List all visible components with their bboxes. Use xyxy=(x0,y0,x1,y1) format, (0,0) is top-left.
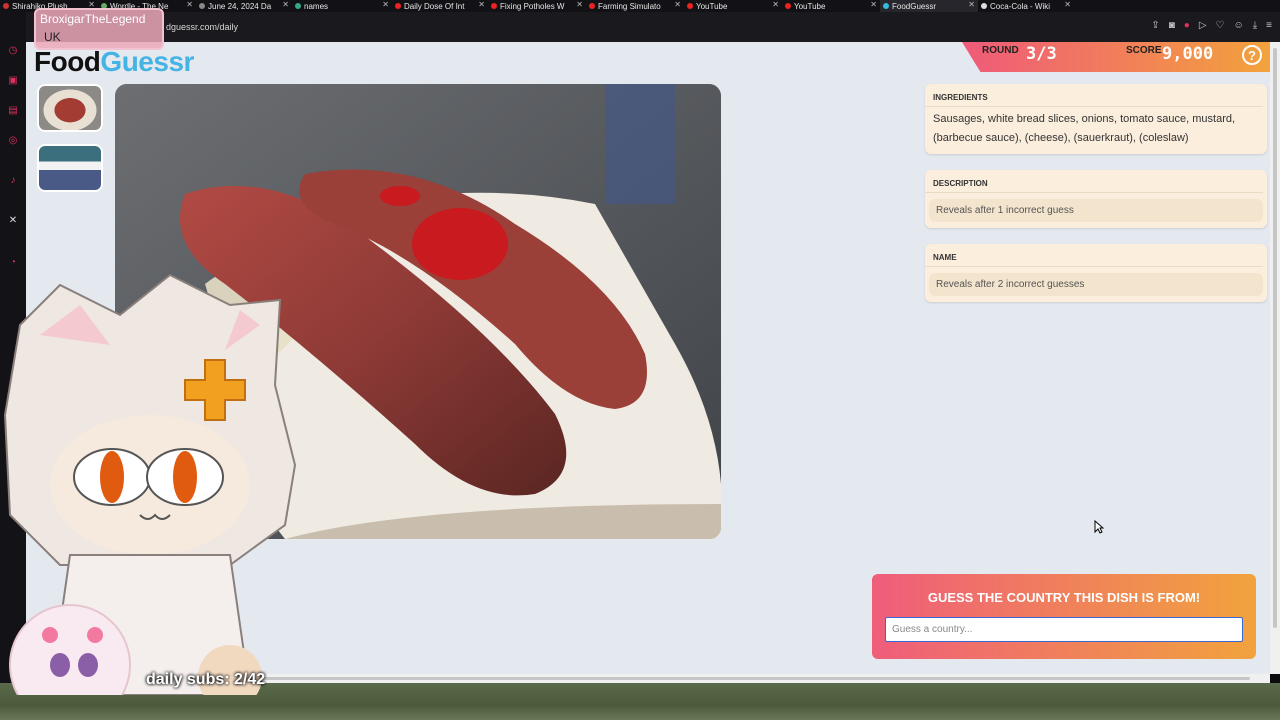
camera-icon[interactable]: ◙ xyxy=(1169,20,1175,31)
tab-close-icon[interactable]: ✕ xyxy=(576,0,583,9)
round-label: ROUND xyxy=(982,45,1019,56)
chat-username: BroxigarTheLegend xyxy=(40,12,146,26)
tab-close-icon[interactable]: ✕ xyxy=(282,0,289,9)
browser-tab[interactable]: YouTube ✕ xyxy=(684,0,782,12)
tab-close-icon[interactable]: ✕ xyxy=(772,0,779,9)
browser-tab[interactable]: FoodGuessr ✕ xyxy=(880,0,978,12)
browser-tab[interactable]: names ✕ xyxy=(292,0,392,12)
tab-favicon-icon xyxy=(981,3,987,9)
shield-icon[interactable]: ● xyxy=(1184,20,1190,31)
name-locked: Reveals after 2 incorrect guesses xyxy=(929,273,1263,296)
vtuber-avatar xyxy=(3,273,297,695)
browser-toolbar: ⇪ ◙ ● ▷ ♡ ☺ ⤓ ≡ xyxy=(1151,20,1272,31)
download-icon[interactable]: ⤓ xyxy=(1253,20,1257,31)
share-icon[interactable]: ⇪ xyxy=(1151,20,1159,31)
ingredients-text: Sausages, white bread slices, onions, to… xyxy=(933,113,1236,144)
description-card: DESCRIPTION Reveals after 1 incorrect gu… xyxy=(925,170,1267,228)
profile-icon[interactable]: ☺ xyxy=(1234,20,1244,31)
url-text[interactable]: dguessr.com/daily xyxy=(166,22,238,32)
tab-favicon-icon xyxy=(199,3,205,9)
tab-label: Fixing Potholes W xyxy=(500,1,565,11)
round-score-banner: ROUND 3/3 SCORE 9,000 xyxy=(962,42,1270,72)
chat-message-overlay: BroxigarTheLegend UK xyxy=(34,8,164,50)
tab-close-icon[interactable]: ✕ xyxy=(1064,0,1071,9)
twitch-icon[interactable]: ▤ xyxy=(6,104,20,118)
description-title: DESCRIPTION xyxy=(925,170,1263,193)
vertical-scrollbar[interactable] xyxy=(1270,42,1280,674)
tab-label: Daily Dose Of Int xyxy=(404,1,465,11)
x-icon[interactable]: ✕ xyxy=(6,214,20,228)
browser-tab[interactable]: June 24, 2024 Da ✕ xyxy=(196,0,292,12)
tab-close-icon[interactable]: ✕ xyxy=(968,0,975,9)
heart-icon[interactable]: ♡ xyxy=(1216,20,1225,31)
help-icon[interactable]: ? xyxy=(1242,45,1262,65)
chat-text: UK xyxy=(44,30,61,44)
tiktok-icon[interactable]: ♪ xyxy=(6,174,20,188)
tab-label: June 24, 2024 Da xyxy=(208,1,272,11)
tab-label: YouTube xyxy=(794,1,826,11)
round-value: 3/3 xyxy=(1026,44,1057,64)
ingredients-card: INGREDIENTS Sausages, white bread slices… xyxy=(925,84,1267,154)
tab-close-icon[interactable]: ✕ xyxy=(870,0,877,9)
guess-prompt: GUESS THE COUNTRY THIS DISH IS FROM! xyxy=(927,590,1201,605)
name-card: NAME Reveals after 2 incorrect guesses xyxy=(925,244,1267,302)
browser-tab[interactable]: Daily Dose Of Int ✕ xyxy=(392,0,488,12)
tab-close-icon[interactable]: ✕ xyxy=(186,0,193,9)
mouse-cursor-icon xyxy=(1094,520,1104,534)
round-thumbnail-2[interactable] xyxy=(37,144,103,192)
score-value: 9,000 xyxy=(1162,44,1214,64)
play-icon[interactable]: ▷ xyxy=(1199,20,1207,31)
tab-label: Coca-Cola - Wiki xyxy=(990,1,1051,11)
tab-label: names xyxy=(304,1,329,11)
browser-address-bar: dguessr.com/daily ⇪ ◙ ● ▷ ♡ ☺ ⤓ ≡ xyxy=(0,12,1280,42)
browser-tab[interactable]: Coca-Cola - Wiki ✕ xyxy=(978,0,1074,12)
logo-food: Food xyxy=(34,46,101,77)
logo-guessr: Guessr xyxy=(100,46,194,77)
foodguessr-logo[interactable]: FoodGuessr xyxy=(34,46,194,78)
name-title: NAME xyxy=(925,244,1263,267)
tab-favicon-icon xyxy=(295,3,301,9)
tab-favicon-icon xyxy=(687,3,693,9)
description-locked: Reveals after 1 incorrect guess xyxy=(929,199,1263,222)
round-thumbnail-1[interactable] xyxy=(37,84,103,132)
daily-subs-counter: daily subs: 2/42 xyxy=(146,671,266,688)
menu-icon[interactable]: ≡ xyxy=(1266,20,1272,31)
tab-favicon-icon xyxy=(491,3,497,9)
ingredients-title: INGREDIENTS xyxy=(925,84,1263,107)
tab-favicon-icon xyxy=(3,3,9,9)
tab-favicon-icon xyxy=(785,3,791,9)
tab-favicon-icon xyxy=(395,3,401,9)
tab-favicon-icon xyxy=(589,3,595,9)
tab-close-icon[interactable]: ✕ xyxy=(674,0,681,9)
browser-tab-strip: Shirahiko Plush ✕ Wordle - The Ne ✕ June 24,… xyxy=(0,0,1280,12)
tab-favicon-icon xyxy=(883,3,889,9)
browser-tab[interactable]: YouTube ✕ xyxy=(782,0,880,12)
tab-label: Farming Simulato xyxy=(598,1,661,11)
browser-tab[interactable]: Farming Simulato ✕ xyxy=(586,0,684,12)
browser-tab[interactable]: Fixing Potholes W ✕ xyxy=(488,0,586,12)
country-guess-input[interactable] xyxy=(885,617,1243,642)
guess-panel: GUESS THE COUNTRY THIS DISH IS FROM! xyxy=(872,574,1256,659)
tab-label: FoodGuessr xyxy=(892,1,937,11)
score-label: SCORE xyxy=(1126,45,1162,56)
bag-icon[interactable]: ▣ xyxy=(6,74,20,88)
tab-close-icon[interactable]: ✕ xyxy=(382,0,389,9)
tab-label: YouTube xyxy=(696,1,728,11)
instagram-icon[interactable]: ◎ xyxy=(6,134,20,148)
history-icon[interactable]: ◷ xyxy=(6,44,20,58)
round-thumbnails xyxy=(37,84,103,204)
tab-close-icon[interactable]: ✕ xyxy=(478,0,485,9)
